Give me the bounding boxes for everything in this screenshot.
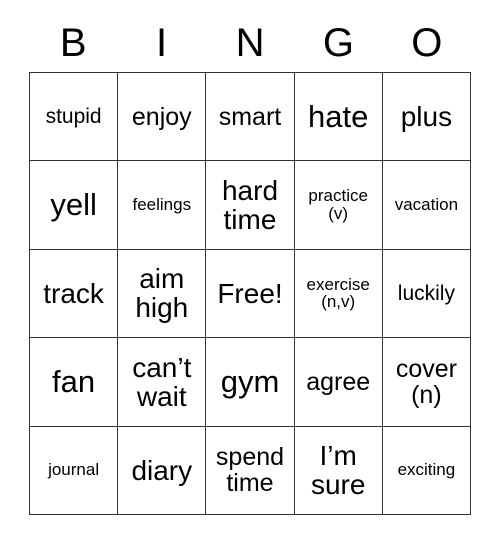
bingo-cell[interactable]: plus (382, 73, 471, 162)
bingo-cell-label: fan (52, 363, 96, 399)
bingo-cell[interactable]: track (30, 249, 119, 339)
bingo-cell[interactable]: exercise (n,v) (294, 249, 383, 339)
bingo-cell-label: exercise (n,v) (306, 274, 370, 312)
bingo-cell-label: cover (n) (395, 354, 457, 409)
bingo-grid: stupid enjoy smart hate plus yell feelin… (29, 72, 471, 515)
bingo-cell[interactable]: yell (30, 161, 119, 250)
bingo-cell-label: agree (306, 367, 371, 396)
bingo-cell-label: yell (50, 186, 97, 222)
header-letter-i: I (156, 21, 168, 65)
bingo-cell-label: Free! (217, 277, 283, 309)
bingo-cell-label: plus (400, 101, 453, 133)
bingo-cell[interactable]: exciting (382, 426, 471, 515)
bingo-cell[interactable]: journal (30, 426, 119, 515)
header-letter-g: G (322, 21, 354, 65)
header-letter-n: N (235, 21, 265, 65)
bingo-cell[interactable]: spend time (206, 426, 295, 515)
bingo-cell-label: hate (308, 98, 369, 134)
bingo-cell-label: I’m sure (310, 440, 366, 501)
bingo-cell[interactable]: hard time (206, 161, 295, 250)
bingo-cell[interactable]: luckily (382, 249, 471, 339)
bingo-cell-label: feelings (132, 195, 192, 215)
bingo-cell[interactable]: gym (206, 338, 295, 427)
bingo-cell-label: vacation (394, 195, 459, 215)
bingo-cell-label: exciting (397, 460, 456, 480)
bingo-cell-label: hard time (221, 174, 279, 236)
bingo-cell-label: spend time (215, 443, 285, 498)
bingo-cell[interactable]: stupid (30, 73, 119, 162)
bingo-cell[interactable]: diary (118, 426, 207, 515)
bingo-cell-label: can’t wait (132, 351, 192, 412)
bingo-cell[interactable]: practice (v) (294, 161, 383, 250)
bingo-cell-label: gym (220, 363, 280, 399)
bingo-cell[interactable]: can’t wait (118, 338, 207, 427)
bingo-cell[interactable]: aim high (118, 249, 207, 339)
bingo-header-row: B I N G O (29, 14, 471, 72)
bingo-cell[interactable]: feelings (118, 161, 207, 250)
bingo-cell[interactable]: cover (n) (382, 338, 471, 427)
bingo-cell[interactable]: hate (294, 73, 383, 162)
bingo-cell[interactable]: vacation (382, 161, 471, 250)
bingo-cell-label: luckily (397, 281, 455, 305)
bingo-cell-label: smart (218, 102, 282, 131)
bingo-cell-label: enjoy (131, 102, 192, 131)
bingo-cell-label: diary (131, 454, 193, 486)
bingo-cell-label: journal (48, 460, 100, 480)
header-letter-b: B (59, 21, 87, 65)
bingo-cell-label: stupid (45, 104, 102, 128)
bingo-cell[interactable]: agree (294, 338, 383, 427)
header-letter-o: O (411, 21, 443, 65)
bingo-cell[interactable]: enjoy (118, 73, 207, 162)
bingo-card: B I N G O stupid enjoy smart hate plus y… (29, 14, 471, 516)
bingo-cell[interactable]: smart (206, 73, 295, 162)
bingo-cell[interactable]: I’m sure (294, 426, 383, 515)
bingo-cell-free[interactable]: Free! (206, 249, 295, 339)
bingo-cell-label: aim high (135, 263, 189, 324)
bingo-cell-label: track (43, 277, 104, 309)
bingo-cell-label: practice (v) (308, 186, 368, 224)
bingo-cell[interactable]: fan (30, 338, 119, 427)
